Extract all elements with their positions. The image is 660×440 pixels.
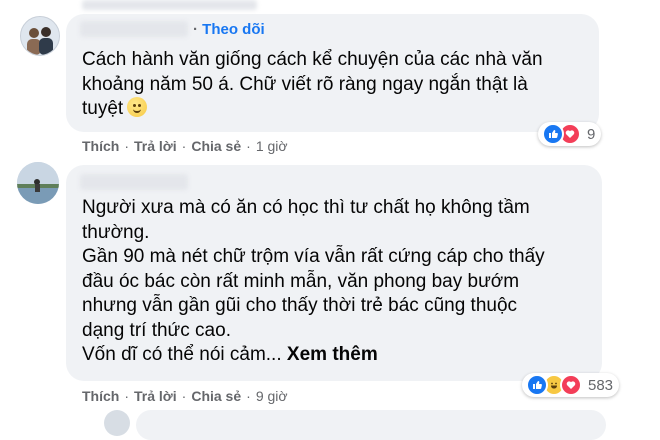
comment-actions: Thích · Trả lời · Chia sẻ · 9 giờ <box>82 388 288 404</box>
like-button[interactable]: Thích <box>82 388 119 404</box>
comment-text: Người xưa mà có ăn có học thì tư chất họ… <box>82 196 582 368</box>
follow-link[interactable]: Theo dõi <box>202 21 265 38</box>
reply-avatar[interactable] <box>104 410 130 436</box>
comment-text: Cách hành văn giống cách kể chuyện của c… <box>82 48 582 122</box>
see-more-link[interactable]: Xem thêm <box>287 344 378 365</box>
comment-line: tuyệt <box>82 98 124 119</box>
comment-line: Gần 90 mà nét chữ trộm vía vẫn rất cứng … <box>82 246 545 267</box>
commenter-avatar[interactable] <box>20 16 60 56</box>
love-icon <box>560 374 582 396</box>
comment-line: thường. <box>82 221 150 243</box>
share-button[interactable]: Chia sẻ <box>191 138 241 154</box>
timestamp[interactable]: 1 giờ <box>256 138 288 154</box>
comment-line: nhưng vẫn gần gũi cho thấy thời trẻ bác … <box>82 295 518 316</box>
share-button[interactable]: Chia sẻ <box>191 388 241 404</box>
comment-line: đầu óc bác còn rất minh mẫn, văn phong b… <box>82 270 520 292</box>
reaction-count: 583 <box>588 376 614 394</box>
reaction-summary[interactable]: 9 <box>538 122 602 146</box>
reaction-count: 9 <box>587 125 596 143</box>
reply-bubble <box>136 410 606 440</box>
comment-line: Cách hành văn giống cách kể chuyện của c… <box>82 49 543 70</box>
comment-line: khoảng năm 50 á. Chữ viết rõ ràng ngay n… <box>82 73 528 95</box>
commenter-avatar[interactable] <box>17 162 59 204</box>
separator-dot: · <box>193 21 198 38</box>
reaction-summary[interactable]: 583 <box>522 373 620 397</box>
comment-line: Người xưa mà có ăn có học thì tư chất họ… <box>82 197 530 218</box>
reply-button[interactable]: Trả lời <box>134 388 177 404</box>
comment-line: Vốn dĩ có thể nói cảm... <box>82 344 282 365</box>
reply-button[interactable]: Trả lời <box>134 138 177 154</box>
like-button[interactable]: Thích <box>82 138 119 154</box>
author-name-blurred[interactable] <box>80 174 188 190</box>
comment-actions: Thích · Trả lời · Chia sẻ · 1 giờ <box>82 138 288 154</box>
comment-line: dạng trí thức cao. <box>82 319 231 341</box>
comment-header-hidden <box>82 0 257 10</box>
like-icon <box>526 374 548 396</box>
smile-emoji-icon <box>127 97 148 117</box>
like-icon <box>542 123 564 145</box>
author-name-blurred[interactable] <box>80 21 188 37</box>
timestamp[interactable]: 9 giờ <box>256 388 288 404</box>
